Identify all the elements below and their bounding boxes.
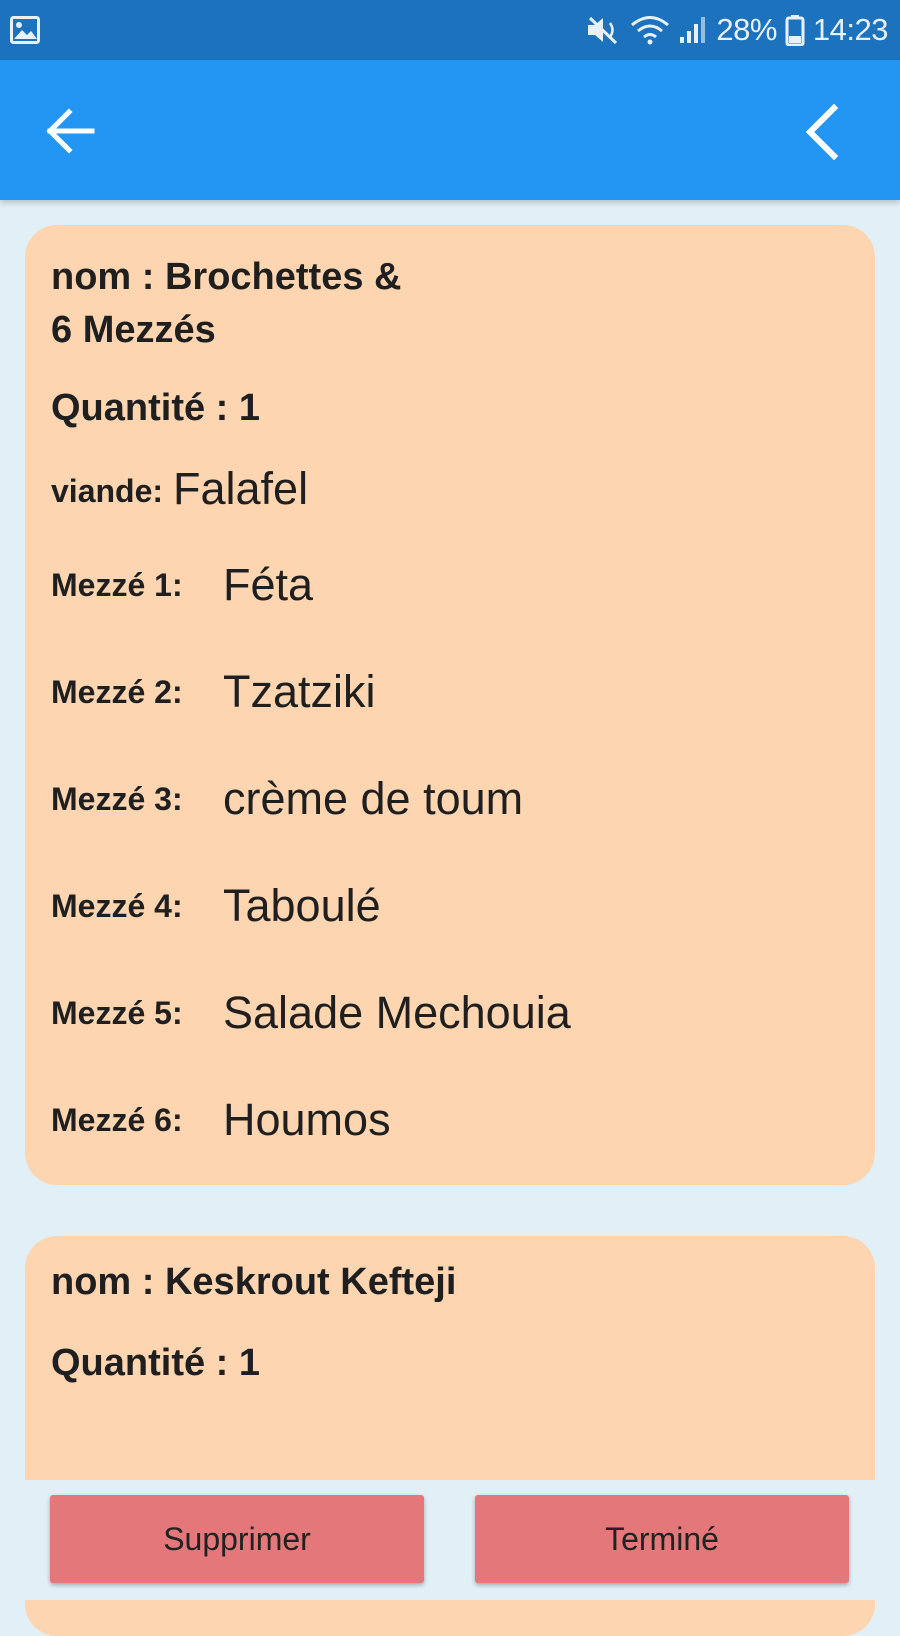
mute-icon [588, 16, 618, 45]
delete-button[interactable]: Supprimer [50, 1495, 424, 1583]
item-name: nom : Brochettes & 6 Mezzés [51, 256, 402, 351]
done-button[interactable]: Terminé [475, 1495, 849, 1583]
mezze-5-label: Mezzé 5: [51, 995, 183, 1031]
mezze-1-value: Féta [223, 559, 314, 610]
wifi-icon [631, 16, 670, 45]
item-quantity: Quantité : 1 [51, 1342, 261, 1384]
mezze-5-value: Salade Mechouia [223, 987, 571, 1038]
mezze-4-label: Mezzé 4: [51, 888, 183, 924]
mezze-2-label: Mezzé 2: [51, 674, 183, 710]
mezze-3-value: crème de toum [223, 773, 524, 824]
order-card: nom : Brochettes & 6 Mezzés Quantité : 1… [25, 225, 875, 1185]
clock: 14:23 [812, 12, 889, 47]
battery-percent: 28% [716, 12, 777, 47]
item-quantity: Quantité : 1 [51, 387, 261, 429]
mezze-6-label: Mezzé 6: [51, 1102, 183, 1138]
chevron-left-icon[interactable] [800, 104, 844, 160]
mezze-4-value: Taboulé [223, 880, 381, 931]
mezze-1-label: Mezzé 1: [51, 567, 183, 603]
app-bar [0, 60, 900, 200]
arrow-left-icon[interactable] [44, 106, 96, 156]
item-name: nom : Keskrout Kefteji [51, 1261, 457, 1303]
bottom-action-bar: Supprimer Terminé [0, 1480, 900, 1600]
image-icon [10, 16, 40, 44]
battery-icon [785, 15, 805, 46]
signal-icon [680, 17, 706, 43]
mezze-3-label: Mezzé 3: [51, 781, 183, 817]
mezze-2-value: Tzatziki [223, 666, 376, 717]
mezze-6-value: Houmos [223, 1094, 391, 1145]
status-bar: 28% 14:23 [0, 0, 900, 60]
viande-label: viande: [51, 473, 164, 509]
viande-value: Falafel [173, 463, 309, 514]
status-indicators: 28% 14:23 [586, 0, 889, 60]
